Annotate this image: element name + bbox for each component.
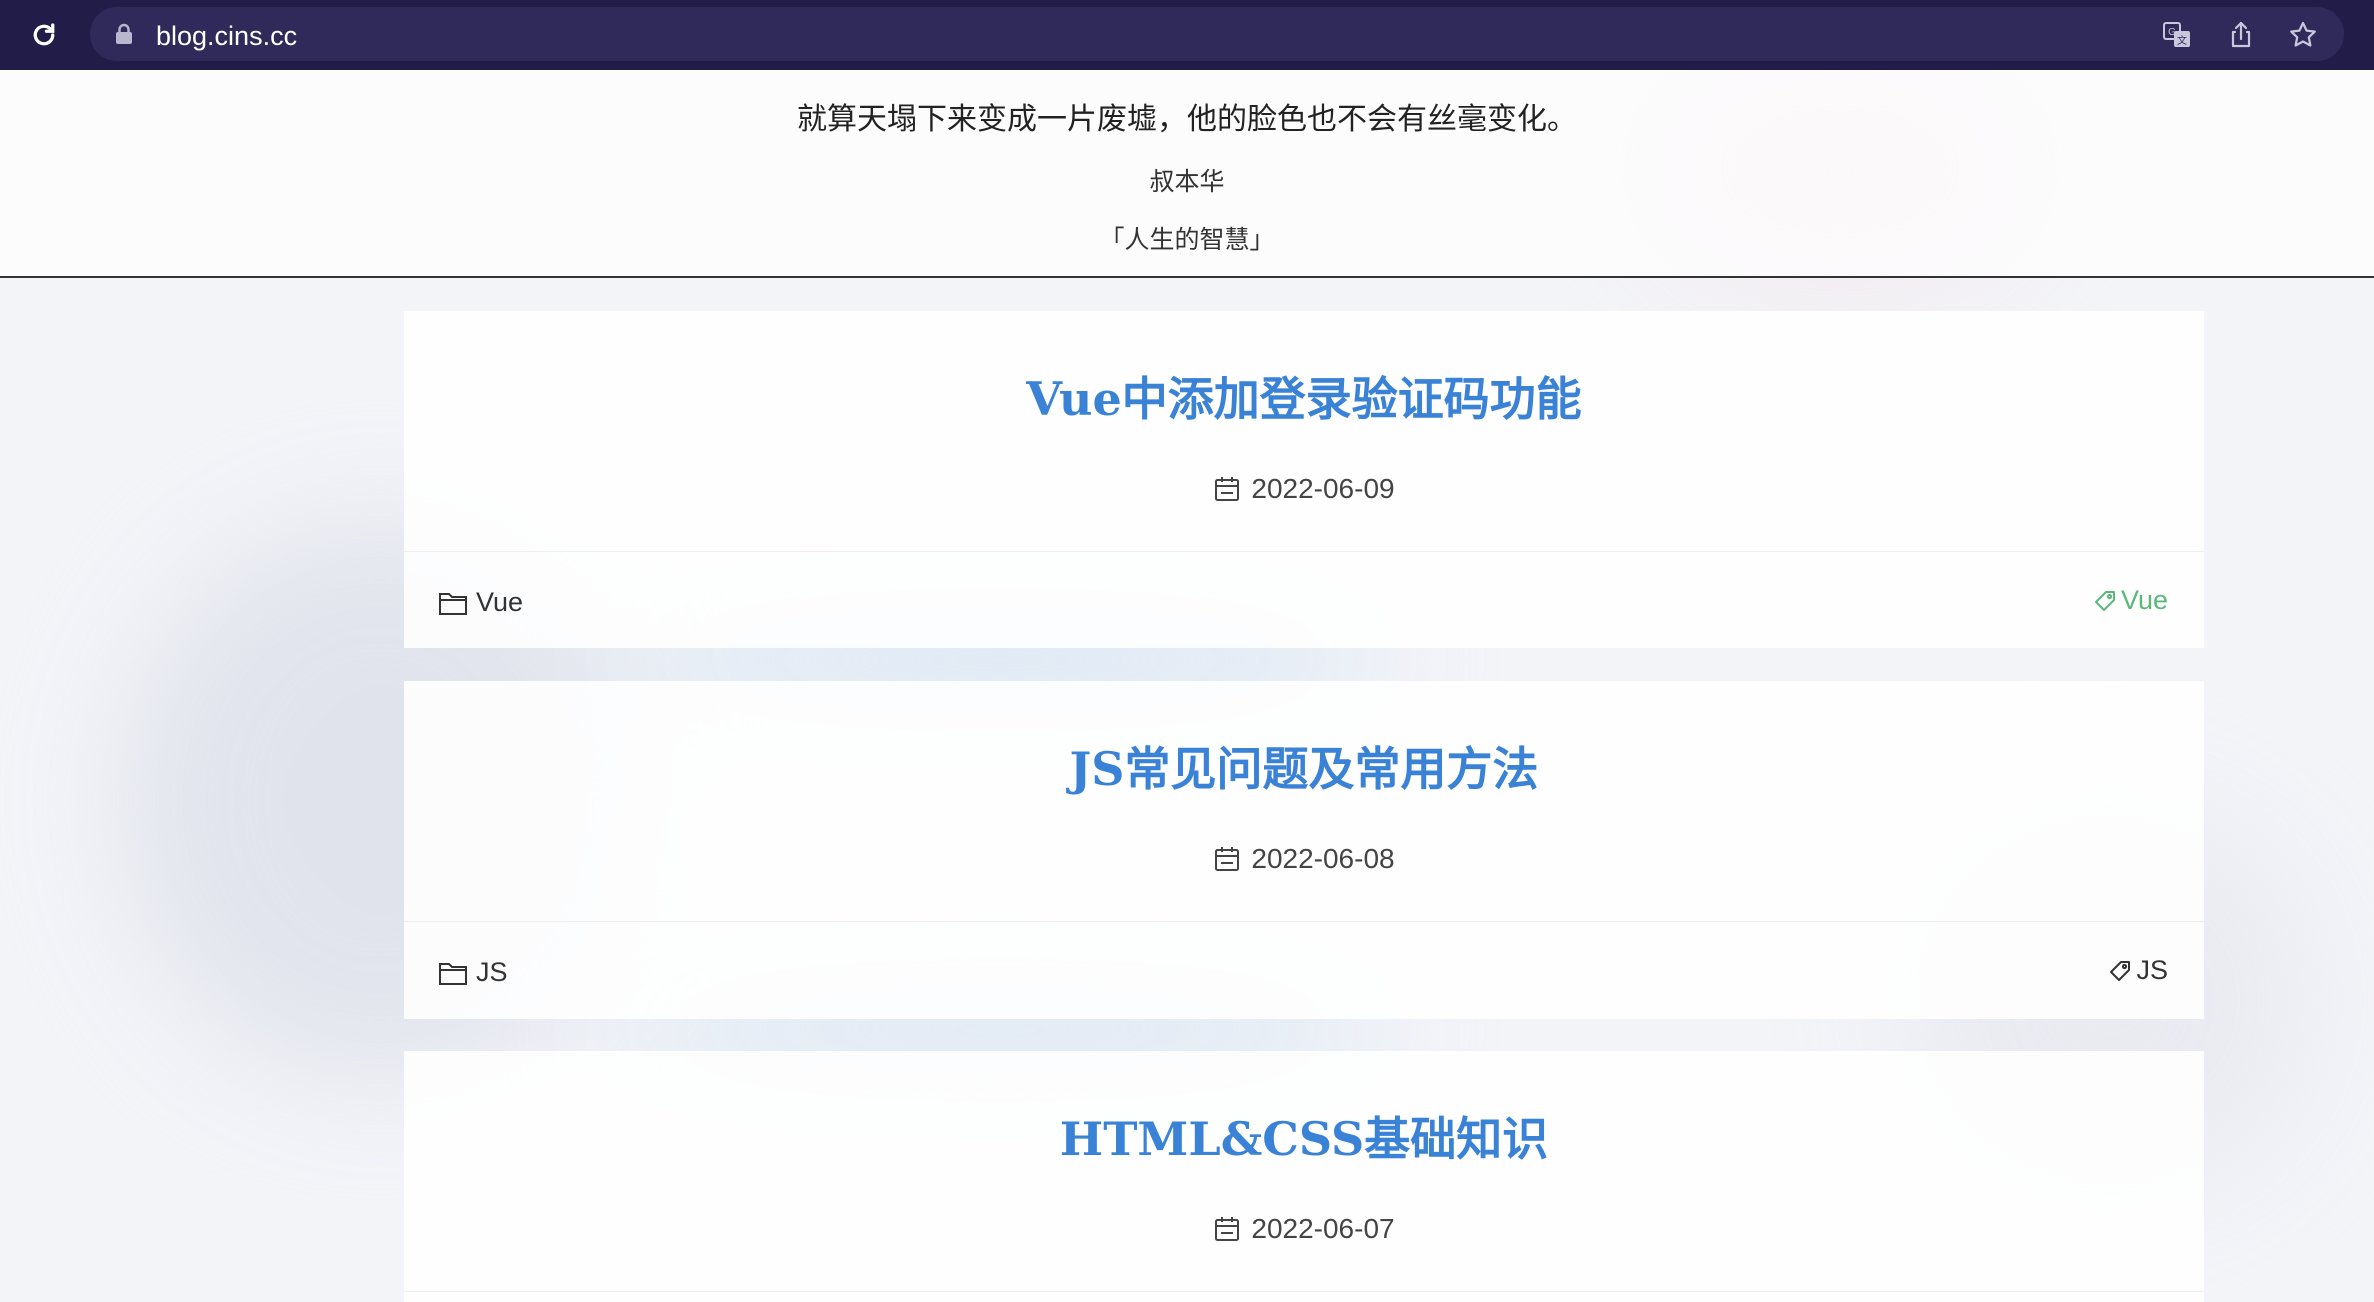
post-card: Vue中添加登录验证码功能 2022-06-09 Vue Vue: [404, 311, 2204, 648]
reload-icon[interactable]: [26, 17, 62, 53]
svg-text:文: 文: [2177, 34, 2187, 47]
tag-icon: [2094, 590, 2115, 611]
post-date: 2022-06-08: [404, 843, 2204, 875]
post-date: 2022-06-07: [404, 1213, 2204, 1245]
quote-text: 就算天塌下来变成一片废墟，他的脸色也不会有丝毫变化。: [797, 102, 1577, 137]
divider: [404, 1291, 2204, 1292]
share-icon[interactable]: [2226, 20, 2256, 50]
post-tag-label[interactable]: Vue: [2121, 585, 2168, 616]
translate-icon[interactable]: G 文: [2162, 20, 2192, 50]
address-bar[interactable]: blog.cins.cc G 文: [90, 7, 2344, 61]
post-category-label[interactable]: Vue: [476, 587, 523, 618]
divider: [404, 921, 2204, 922]
quote-source: 「人生的智慧」: [1099, 225, 1275, 254]
lock-icon[interactable]: [114, 23, 134, 45]
url-text[interactable]: blog.cins.cc: [156, 21, 297, 52]
quote-author: 叔本华: [1149, 167, 1225, 196]
tag-icon: [2110, 960, 2131, 981]
post-category-label[interactable]: JS: [476, 957, 508, 988]
post-tag[interactable]: JS: [2108, 955, 2168, 986]
post-tag[interactable]: Vue: [2093, 585, 2168, 616]
post-title[interactable]: Vue中添加登录验证码功能: [404, 363, 2204, 429]
post-date: 2022-06-09: [404, 473, 2204, 505]
post-card: HTML&CSS基础知识 2022-06-07: [404, 1051, 2204, 1302]
post-date-text: 2022-06-09: [1251, 473, 1395, 504]
divider: [404, 551, 2204, 552]
calendar-icon: [1215, 847, 1240, 871]
calendar-icon: [1215, 1217, 1240, 1241]
quote-header: 就算天塌下来变成一片废墟，他的脸色也不会有丝毫变化。 叔本华 「人生的智慧」: [0, 70, 2374, 278]
post-category[interactable]: JS: [438, 957, 508, 988]
post-title[interactable]: JS常见问题及常用方法: [404, 733, 2204, 799]
star-icon[interactable]: [2288, 20, 2318, 50]
post-category[interactable]: Vue: [438, 587, 523, 618]
folder-icon: [439, 962, 467, 985]
calendar-icon: [1215, 477, 1240, 501]
folder-icon: [439, 592, 467, 615]
browser-toolbar: blog.cins.cc G 文: [0, 0, 2374, 70]
post-date-text: 2022-06-07: [1251, 1213, 1395, 1244]
post-date-text: 2022-06-08: [1251, 843, 1395, 874]
svg-text:G: G: [2168, 27, 2176, 38]
post-card: JS常见问题及常用方法 2022-06-08 JS JS: [404, 681, 2204, 1019]
post-tag-label[interactable]: JS: [2136, 955, 2168, 986]
post-title[interactable]: HTML&CSS基础知识: [404, 1103, 2204, 1169]
